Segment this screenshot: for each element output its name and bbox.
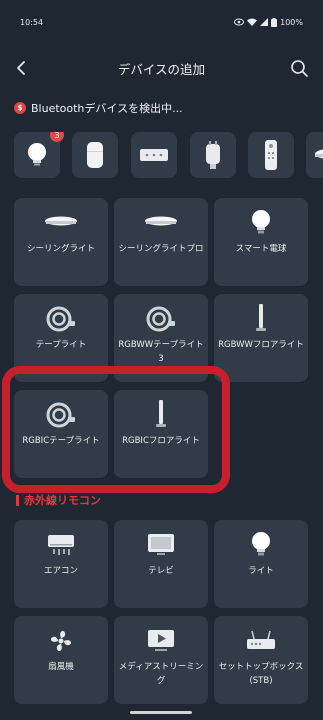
section-title: 赤外線リモコン (24, 494, 101, 507)
bulb-icon (28, 143, 46, 166)
ir-tile-light[interactable]: ライト (214, 520, 308, 608)
scan-text: Bluetoothデバイスを検出中... (31, 102, 183, 115)
add-device-screen: 10:54 100% デバイスの追加 $ Bluetoothデバイスを検出中..… (0, 0, 323, 720)
status-bar: 10:54 100% (0, 0, 323, 44)
ir-device-label: エアコン (43, 566, 78, 576)
ir-device-label: 扇風機 (48, 662, 74, 672)
bulb-icon (214, 528, 308, 562)
device-label: シーリングライト (26, 244, 95, 254)
scanned-controller[interactable] (131, 132, 177, 178)
controller-box-icon (140, 149, 168, 161)
device-label: テープライト (35, 340, 87, 350)
page-title: デバイスの追加 (117, 62, 206, 77)
scanned-remote[interactable] (248, 132, 294, 178)
device-label: RGBWWフロアライト (218, 340, 304, 350)
scan-badge-icon: $ (14, 102, 26, 114)
fan-icon (14, 624, 108, 658)
device-label: RGBWWテープライト3 (118, 340, 204, 364)
scanned-device-strip: 3 (14, 132, 323, 180)
remote-icon (265, 140, 277, 170)
highlight-frame (2, 366, 230, 493)
tv-icon (114, 528, 208, 562)
device-tile-smart-bulb[interactable]: スマート電球 (214, 198, 308, 286)
scanned-plug[interactable] (190, 132, 236, 178)
ir-remote-section-header: 赤外線リモコン (16, 492, 101, 508)
battery-level: 100% (280, 17, 303, 27)
smart-plug-icon (206, 141, 220, 169)
signal-icon (260, 18, 269, 26)
tape-light-icon (14, 302, 108, 336)
device-tile-rgbww-floor-light[interactable]: RGBWWフロアライト (214, 294, 308, 382)
bluetooth-scan-status: $ Bluetoothデバイスを検出中... (14, 99, 183, 117)
ir-tile-set-top-box[interactable]: セットトップボックス(STB) (214, 616, 308, 704)
ir-device-label: ライト (248, 566, 274, 576)
scanned-speaker[interactable] (72, 132, 118, 178)
ir-tile-fan[interactable]: 扇風機 (14, 616, 108, 704)
battery-icon (271, 17, 278, 27)
ceiling-light-icon (14, 206, 108, 240)
status-icons: 100% (234, 17, 303, 27)
bulb-icon (214, 206, 308, 240)
ceiling-light-icon (315, 149, 323, 159)
ceiling-light-icon (114, 206, 208, 240)
scanned-ceiling-light[interactable] (306, 132, 323, 178)
media-streaming-icon (114, 624, 208, 658)
section-accent-bar (16, 494, 19, 506)
set-top-box-icon (214, 624, 308, 658)
ir-tile-media-streaming[interactable]: メディアストリーミング (114, 616, 208, 704)
device-label: シーリングライトプロ (118, 244, 204, 254)
search-button[interactable] (287, 56, 311, 80)
speaker-icon (87, 142, 103, 168)
device-tile-ceiling-light[interactable]: シーリングライト (14, 198, 108, 286)
ir-device-label: テレビ (148, 566, 174, 576)
gesture-nav-handle[interactable] (130, 711, 192, 714)
floor-light-icon (214, 302, 308, 336)
ir-tile-tv[interactable]: テレビ (114, 520, 208, 608)
device-label: スマート電球 (235, 244, 287, 254)
search-icon (291, 60, 308, 77)
wifi-icon (247, 18, 258, 26)
status-time: 10:54 (20, 18, 44, 27)
air-conditioner-icon (14, 528, 108, 562)
ir-device-label: セットトップボックス(STB) (218, 662, 304, 686)
scanned-count-badge: 3 (50, 132, 64, 142)
ir-device-label: メディアストリーミング (118, 662, 204, 686)
scanned-bulb[interactable]: 3 (14, 132, 64, 178)
privacy-eye-icon (234, 18, 245, 26)
tape-light-icon (114, 302, 208, 336)
device-tile-ceiling-light-pro[interactable]: シーリングライトプロ (114, 198, 208, 286)
ir-tile-air-conditioner[interactable]: エアコン (14, 520, 108, 608)
app-header: デバイスの追加 (0, 48, 323, 88)
